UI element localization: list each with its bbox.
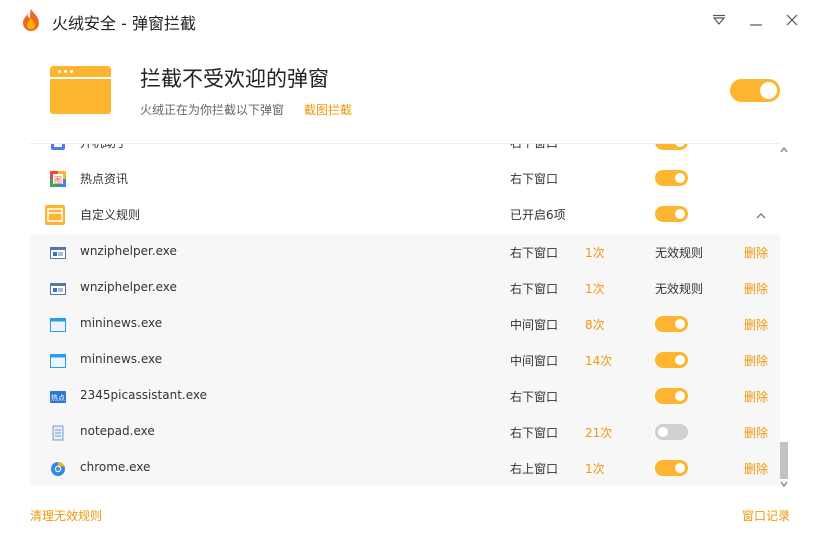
rule-row: wnziphelper.exe 右下窗口 1次 无效规则 删除 bbox=[30, 270, 780, 306]
window-position: 右下窗口 bbox=[510, 143, 559, 150]
block-count: 14次 bbox=[585, 354, 613, 368]
chrome-icon bbox=[50, 461, 66, 477]
page-title: 拦截不受欢迎的弹窗 bbox=[140, 67, 329, 91]
window-position: 右下窗口 bbox=[510, 426, 559, 440]
close-icon bbox=[786, 14, 798, 26]
rule-row: 开机助手 右下窗口 bbox=[30, 143, 780, 160]
clear-invalid-rules-link[interactable]: 清理无效规则 bbox=[30, 507, 102, 524]
window-position: 中间窗口 bbox=[510, 318, 559, 332]
invalid-rule-label: 无效规则 bbox=[655, 282, 704, 296]
delete-rule-button[interactable]: 删除 bbox=[744, 424, 768, 441]
rule-row: wnziphelper.exe 右下窗口 1次 无效规则 删除 bbox=[30, 234, 780, 270]
toggle-knob bbox=[675, 319, 685, 329]
rule-name: 自定义规则 bbox=[80, 208, 141, 222]
popup-block-master-toggle[interactable] bbox=[730, 79, 780, 102]
window-position: 右下窗口 bbox=[510, 390, 559, 404]
window-position: 右下窗口 bbox=[510, 282, 559, 296]
scroll-thumb[interactable] bbox=[780, 442, 788, 479]
delete-rule-button[interactable]: 删除 bbox=[744, 316, 768, 333]
block-count: 1次 bbox=[585, 246, 605, 260]
rule-row: mininews.exe 中间窗口 14次 删除 bbox=[30, 342, 780, 378]
rules-list-content: 开机助手 右下窗口图热点资讯 右下窗口 自定义规则 已开启6项 wnziphelper.e… bbox=[30, 143, 780, 486]
rule-row: chrome.exe 右上窗口 1次 删除 bbox=[30, 450, 780, 486]
hotspot-badge-icon: 热点 bbox=[50, 389, 66, 405]
custom-rules-icon bbox=[45, 205, 65, 225]
rule-toggle[interactable] bbox=[655, 460, 688, 476]
invalid-rule-label: 无效规则 bbox=[655, 246, 704, 260]
block-count: 21次 bbox=[585, 426, 613, 440]
enabled-count: 已开启6项 bbox=[510, 208, 566, 222]
exe-window-icon bbox=[50, 281, 66, 297]
toggle-knob bbox=[760, 82, 777, 99]
rule-toggle[interactable] bbox=[655, 144, 688, 150]
window-position: 中间窗口 bbox=[510, 354, 559, 368]
kaiji-app-icon bbox=[50, 144, 66, 151]
minimize-icon bbox=[750, 24, 762, 26]
toggle-knob bbox=[675, 391, 685, 401]
huorong-flame-icon bbox=[23, 9, 39, 31]
window-position: 右下窗口 bbox=[510, 172, 559, 186]
rule-toggle[interactable] bbox=[655, 206, 688, 222]
rule-name: 2345picassistant.exe bbox=[80, 388, 208, 402]
scroll-down-arrow-icon[interactable] bbox=[779, 479, 789, 489]
delete-rule-button[interactable]: 删除 bbox=[744, 352, 768, 369]
mininews-window-icon bbox=[50, 317, 66, 333]
window-title: 火绒安全 - 弹窗拦截 bbox=[52, 14, 196, 33]
rule-name: chrome.exe bbox=[80, 460, 151, 474]
toggle-knob bbox=[675, 463, 685, 473]
page-subtitle: 火绒正在为你拦截以下弹窗 bbox=[140, 103, 285, 117]
rule-name: mininews.exe bbox=[80, 352, 163, 366]
rule-name: notepad.exe bbox=[80, 424, 155, 438]
rule-toggle[interactable] bbox=[655, 316, 688, 332]
rule-name: 开机助手 bbox=[80, 143, 129, 150]
screenshot-block-link[interactable]: 截图拦截 bbox=[304, 101, 352, 118]
exe-window-icon bbox=[50, 245, 66, 261]
title-bar: 火绒安全 - 弹窗拦截 bbox=[0, 0, 820, 42]
rule-row: notepad.exe 右下窗口 21次 删除 bbox=[30, 414, 780, 450]
scroll-up-arrow-icon[interactable] bbox=[779, 145, 789, 155]
rule-toggle[interactable] bbox=[655, 352, 688, 368]
rules-list[interactable]: 开机助手 右下窗口图热点资讯 右下窗口 自定义规则 已开启6项 wnziphelper.e… bbox=[30, 143, 780, 491]
rule-row: 热点 2345picassistant.exe 右下窗口 删除 bbox=[30, 378, 780, 414]
minimize-button[interactable] bbox=[746, 10, 766, 30]
rule-name: wnziphelper.exe bbox=[80, 244, 177, 258]
rule-toggle[interactable] bbox=[655, 424, 688, 440]
delete-rule-button[interactable]: 删除 bbox=[744, 244, 768, 261]
hotnews-app-icon: 图 bbox=[50, 171, 66, 187]
mininews-window-icon bbox=[50, 353, 66, 369]
window-position: 右上窗口 bbox=[510, 462, 559, 476]
delete-rule-button[interactable]: 删除 bbox=[744, 280, 768, 297]
popup-window-icon bbox=[50, 66, 111, 114]
list-scrollbar[interactable] bbox=[779, 143, 789, 491]
block-count: 1次 bbox=[585, 282, 605, 296]
toggle-knob bbox=[675, 355, 685, 365]
delete-rule-button[interactable]: 删除 bbox=[744, 460, 768, 477]
block-count: 8次 bbox=[585, 318, 605, 332]
rule-group-row: 自定义规则 已开启6项 bbox=[30, 196, 780, 234]
rule-row: 图 热点资讯 右下窗口 bbox=[30, 160, 780, 196]
chevron-up-icon[interactable] bbox=[754, 208, 768, 222]
svg-text:图: 图 bbox=[54, 176, 62, 185]
rule-toggle[interactable] bbox=[655, 170, 688, 186]
dropdown-menu-icon bbox=[712, 14, 726, 25]
block-count: 1次 bbox=[585, 462, 605, 476]
notepad-icon bbox=[50, 425, 66, 441]
rule-name: wnziphelper.exe bbox=[80, 280, 177, 294]
window-position: 右下窗口 bbox=[510, 246, 559, 260]
svg-text:热点: 热点 bbox=[51, 393, 65, 402]
rule-row: mininews.exe 中间窗口 8次 删除 bbox=[30, 306, 780, 342]
toggle-knob bbox=[675, 209, 685, 219]
rule-name: 热点资讯 bbox=[80, 172, 129, 186]
close-button[interactable] bbox=[782, 10, 802, 30]
menu-button[interactable] bbox=[709, 10, 729, 30]
delete-rule-button[interactable]: 删除 bbox=[744, 388, 768, 405]
rule-toggle[interactable] bbox=[655, 388, 688, 404]
toggle-knob bbox=[675, 144, 685, 147]
toggle-knob bbox=[658, 427, 668, 437]
window-log-link[interactable]: 窗口记录 bbox=[742, 507, 790, 524]
rule-name: mininews.exe bbox=[80, 316, 163, 330]
toggle-knob bbox=[675, 173, 685, 183]
